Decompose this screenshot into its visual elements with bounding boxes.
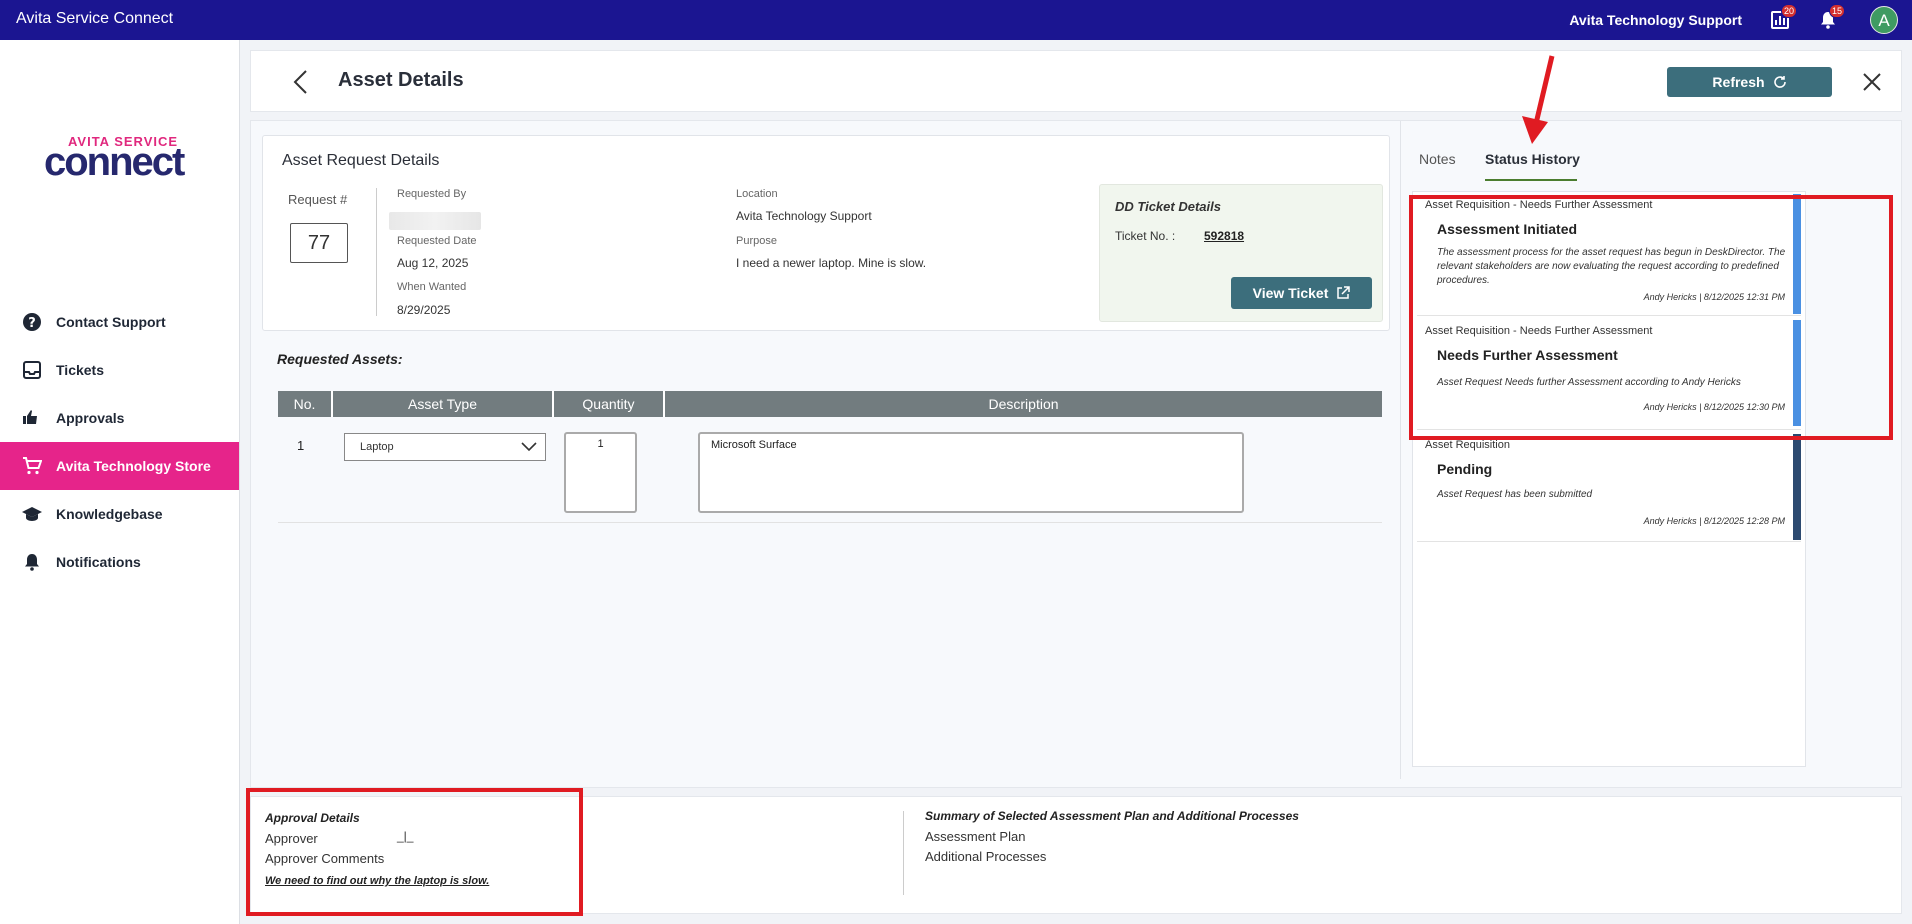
highlight-box-approval bbox=[246, 788, 583, 916]
refresh-icon bbox=[1773, 76, 1786, 88]
column-header-description: Description bbox=[665, 391, 1382, 417]
sidebar-item-tickets[interactable]: Tickets bbox=[0, 346, 239, 394]
asset-request-details-card: Asset Request Details Request # 77 Reque… bbox=[262, 135, 1390, 331]
asset-type-select[interactable]: Laptop bbox=[344, 433, 546, 461]
top-bar: Avita Service Connect Avita Technology S… bbox=[0, 0, 1912, 40]
additional-processes-label: Additional Processes bbox=[925, 849, 1047, 864]
notifications-badge: 15 bbox=[1829, 4, 1846, 18]
status-color-bar bbox=[1793, 434, 1801, 540]
when-wanted: 8/29/2025 bbox=[397, 303, 451, 317]
assets-table-header: No. Asset Type Quantity Description bbox=[278, 391, 1382, 417]
assessment-plan-label: Assessment Plan bbox=[925, 829, 1026, 844]
requested-by-label: Requested By bbox=[397, 188, 467, 200]
description-field[interactable]: Microsoft Surface bbox=[698, 432, 1244, 513]
sidebar-nav: ? Contact Support Tickets Approvals Avit… bbox=[0, 298, 239, 586]
history-meta: Andy Hericks | 8/12/2025 12:28 PM bbox=[1643, 516, 1785, 526]
purpose-label: Purpose bbox=[736, 235, 777, 247]
user-avatar[interactable]: A bbox=[1870, 6, 1898, 34]
row-number: 1 bbox=[297, 438, 305, 453]
inbox-icon bbox=[23, 361, 41, 379]
app-title: Avita Service Connect bbox=[16, 10, 174, 27]
chevron-down-icon bbox=[521, 442, 537, 452]
location-label: Location bbox=[736, 188, 778, 200]
active-tab-indicator bbox=[1485, 179, 1577, 181]
history-title: Pending bbox=[1437, 461, 1493, 477]
sidebar-item-label: Notifications bbox=[56, 554, 141, 570]
request-number: 77 bbox=[290, 223, 348, 263]
sidebar: AVITA SERVICE connect ? Contact Support … bbox=[0, 40, 240, 924]
red-arrow-icon bbox=[1522, 55, 1555, 144]
tab-notes[interactable]: Notes bbox=[1419, 151, 1456, 167]
tab-status-history[interactable]: Status History bbox=[1485, 151, 1580, 167]
org-name[interactable]: Avita Technology Support bbox=[1569, 12, 1742, 28]
logo-main-text: connect bbox=[44, 140, 185, 184]
column-header-no: No. bbox=[278, 391, 333, 417]
graduation-cap-icon bbox=[22, 507, 42, 521]
ticket-title: DD Ticket Details bbox=[1115, 199, 1221, 214]
sidebar-item-knowledgebase[interactable]: Knowledgebase bbox=[0, 490, 239, 538]
requested-by-redacted bbox=[389, 212, 481, 230]
column-header-quantity: Quantity bbox=[554, 391, 665, 417]
sidebar-item-label: Knowledgebase bbox=[56, 506, 163, 522]
close-icon[interactable] bbox=[1861, 71, 1883, 93]
logo: AVITA SERVICE connect bbox=[44, 134, 200, 184]
view-ticket-button[interactable]: View Ticket bbox=[1231, 277, 1372, 309]
bell-icon bbox=[25, 554, 39, 571]
sidebar-item-label: Contact Support bbox=[56, 314, 166, 330]
svg-text:?: ? bbox=[28, 316, 36, 331]
requested-date: Aug 12, 2025 bbox=[397, 256, 469, 270]
reports-button[interactable]: 20 bbox=[1770, 4, 1798, 30]
history-item: Asset Requisition Pending Asset Request … bbox=[1417, 432, 1801, 542]
divider bbox=[376, 188, 377, 316]
ticket-number-label: Ticket No. : bbox=[1115, 229, 1176, 243]
location: Avita Technology Support bbox=[736, 209, 872, 223]
highlight-box-status-history bbox=[1409, 195, 1893, 440]
divider bbox=[903, 811, 904, 895]
dd-ticket-details: DD Ticket Details Ticket No. : 592818 Vi… bbox=[1099, 184, 1383, 322]
history-description: Asset Request has been submitted bbox=[1437, 489, 1593, 500]
row-divider bbox=[278, 522, 1382, 523]
panel-divider bbox=[1400, 121, 1401, 779]
purpose: I need a newer laptop. Mine is slow. bbox=[736, 256, 927, 270]
cart-icon bbox=[23, 457, 42, 475]
column-header-asset-type: Asset Type bbox=[333, 391, 554, 417]
external-link-icon bbox=[1337, 286, 1351, 299]
help-circle-icon: ? bbox=[23, 313, 41, 331]
refresh-button[interactable]: Refresh bbox=[1667, 67, 1832, 97]
summary-title: Summary of Selected Assessment Plan and … bbox=[925, 809, 1299, 823]
notifications-button[interactable]: 15 bbox=[1818, 4, 1846, 30]
history-category: Asset Requisition bbox=[1425, 439, 1510, 451]
requested-assets-title: Requested Assets: bbox=[277, 351, 403, 367]
sidebar-item-notifications[interactable]: Notifications bbox=[0, 538, 239, 586]
request-number-label: Request # bbox=[288, 192, 348, 207]
section-title: Asset Request Details bbox=[282, 152, 440, 169]
requested-date-label: Requested Date bbox=[397, 235, 477, 247]
sidebar-item-label: Approvals bbox=[56, 410, 125, 426]
page-title: Asset Details bbox=[338, 69, 464, 91]
when-wanted-label: When Wanted bbox=[397, 281, 467, 293]
page-header: Asset Details Refresh bbox=[250, 50, 1902, 112]
quantity-field[interactable]: 1 bbox=[564, 432, 637, 513]
sidebar-item-contact-support[interactable]: ? Contact Support bbox=[0, 298, 239, 346]
sidebar-item-label: Tickets bbox=[56, 362, 104, 378]
sidebar-item-label: Avita Technology Store bbox=[56, 458, 211, 474]
asset-type-value: Laptop bbox=[360, 441, 394, 453]
sidebar-item-approvals[interactable]: Approvals bbox=[0, 394, 239, 442]
thumbs-icon bbox=[23, 410, 37, 424]
reports-badge: 20 bbox=[1781, 4, 1798, 18]
back-arrow-icon[interactable] bbox=[291, 69, 311, 95]
sidebar-item-avita-technology-store[interactable]: Avita Technology Store bbox=[0, 442, 239, 490]
view-ticket-label: View Ticket bbox=[1252, 285, 1329, 301]
refresh-button-label: Refresh bbox=[1712, 74, 1765, 90]
ticket-number-link[interactable]: 592818 bbox=[1204, 229, 1244, 243]
